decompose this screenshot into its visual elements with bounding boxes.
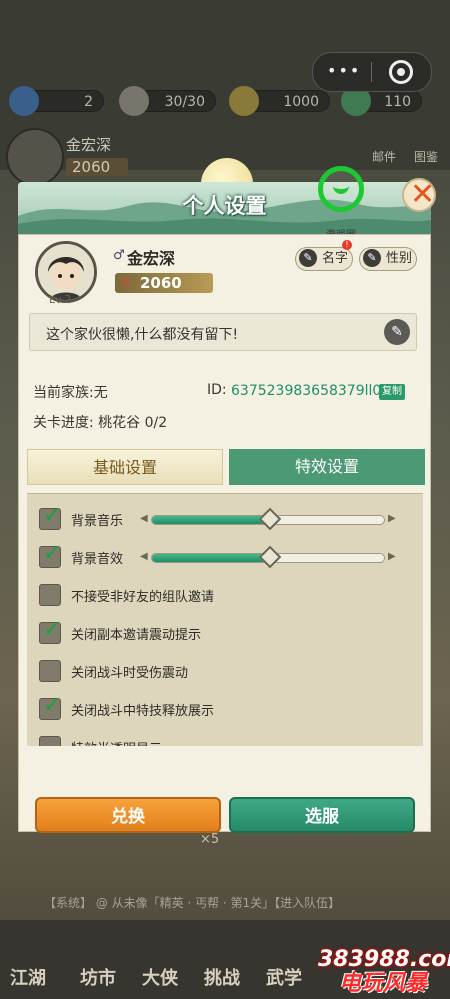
checkbox-team-invite[interactable] <box>39 584 61 606</box>
gender-button[interactable]: ✎ 性别 <box>359 247 417 271</box>
checkbox-bgm[interactable]: ✓ <box>39 503 61 530</box>
power-badge: ⚔ 2060 <box>115 273 213 293</box>
resource-value: 110 <box>384 94 411 110</box>
resource-value: 1000 <box>283 94 319 110</box>
dialog-body: Lv.2 ♂ 金宏深 ⚔ 2060 ✎ 名字 ! ✎ 性别 这个家伙很懒,什么都… <box>18 234 431 833</box>
resource-jade[interactable]: 2 <box>9 86 104 116</box>
nav-market: 坊市 <box>80 968 116 989</box>
option-label: 特效半透明显示 <box>71 738 162 746</box>
check-icon: ✓ <box>43 503 62 528</box>
option-label: 关闭战斗中特技释放展示 <box>71 704 215 719</box>
system-chat: 【系统】 @ 从未像「精英 · 丐帮 · 第1关」【进入队伍】 <box>44 896 341 910</box>
option-label: 关闭副本邀请震动提示 <box>71 628 202 643</box>
option-effect-translucent: 特效半透明显示 <box>39 736 419 746</box>
pen-icon: ✎ <box>363 249 381 267</box>
sfx-slider-fill <box>152 554 268 562</box>
id-label: ID: <box>207 382 227 398</box>
check-icon: ✓ <box>43 617 62 642</box>
option-sfx: ✓ 背景音效 ◀ ▶ <box>39 541 419 570</box>
tab-basic-settings[interactable]: 基础设置 <box>27 449 223 485</box>
watermark-text: 电玩风暴 <box>338 971 427 996</box>
character-portrait-icon <box>38 244 94 300</box>
select-server-button[interactable]: 选服 <box>229 797 415 833</box>
more-icon[interactable]: ••• <box>327 61 361 80</box>
signature-box: 这个家伙很懒,什么都没有留下! ✎ <box>29 313 417 351</box>
rename-label: 名字 <box>322 251 349 266</box>
sfx-slider[interactable]: ◀ ▶ <box>140 545 396 569</box>
slider-right-arrow: ▶ <box>388 551 396 562</box>
checkbox-sfx[interactable]: ✓ <box>39 541 61 568</box>
signature-text: 这个家伙很懒,什么都没有留下! <box>46 327 239 343</box>
bgm-slider-knob[interactable] <box>258 507 282 531</box>
resource-coin[interactable]: 1000 <box>229 86 330 116</box>
family-label: 当前家族:无 <box>33 385 108 401</box>
dialog-title: 个人设置 <box>182 194 267 218</box>
reward-count: ×5 <box>200 832 220 847</box>
tab-effect-settings[interactable]: 特效设置 <box>229 449 425 485</box>
player-name: 金宏深 <box>127 249 176 268</box>
option-label: 背景音效 <box>71 552 124 567</box>
personal-settings-dialog: 个人设置 游戏圈 ✕ Lv.2 ♂ 金宏深 ⚔ 2060 ✎ 名字 <box>18 158 436 833</box>
check-icon: ✓ <box>43 693 62 718</box>
checkbox-effect-translucent[interactable] <box>39 736 61 746</box>
exit-icon[interactable] <box>389 60 413 84</box>
gender-label: 性别 <box>386 251 413 266</box>
settings-panel[interactable]: ✓ 背景音乐 ◀ ▶ ✓ 背景音效 ◀ ▶ 不接受非好友的组队邀请 ✓ 关闭副本… <box>27 493 423 746</box>
resource-value: 30/30 <box>164 94 205 110</box>
nav-jianghu: 江湖 <box>10 968 46 989</box>
checkbox-dungeon-vibrate[interactable]: ✓ <box>39 617 61 644</box>
nav-martial: 武学 <box>266 968 302 989</box>
mini-program-capsule: ••• <box>312 52 432 92</box>
coin-icon <box>229 86 259 116</box>
power-value: 2060 <box>140 274 182 292</box>
option-label: 背景音乐 <box>71 514 124 529</box>
nav-challenge: 挑战 <box>204 968 240 989</box>
id-value: 637523983658379ll04 <box>231 383 391 399</box>
nav-hero: 大侠 <box>142 968 178 989</box>
pen-icon: ✎ <box>299 249 317 267</box>
watermark-logo: 383988.com 电玩风暴 <box>318 947 450 996</box>
checkbox-skill-display[interactable]: ✓ <box>39 693 61 720</box>
check-icon: ✓ <box>43 541 62 566</box>
checkbox-hurt-vibrate[interactable] <box>39 660 61 682</box>
slider-left-arrow: ◀ <box>140 513 148 524</box>
bgm-slider-fill <box>152 516 268 524</box>
watermark-number: 383988.com <box>318 947 450 972</box>
male-icon: ♂ <box>113 248 125 263</box>
resource-value: 2 <box>84 94 93 110</box>
option-hurt-vibrate: 关闭战斗时受伤震动 <box>39 660 419 684</box>
edit-signature-button[interactable]: ✎ <box>384 319 410 345</box>
close-button[interactable]: ✕ <box>402 177 436 212</box>
rename-button[interactable]: ✎ 名字 <box>295 247 353 271</box>
game-circle-button[interactable] <box>318 166 364 212</box>
option-team-invite: 不接受非好友的组队邀请 <box>39 584 419 608</box>
level-label: Lv.2 <box>49 293 72 306</box>
resource-stamina[interactable]: 30/30 <box>119 86 216 116</box>
option-label: 不接受非好友的组队邀请 <box>71 590 215 605</box>
close-icon: ✕ <box>410 177 436 212</box>
exchange-button[interactable]: 兑换 <box>35 797 221 833</box>
game-circle-icon <box>333 182 349 194</box>
jade-icon <box>9 86 39 116</box>
capsule-divider <box>371 62 372 82</box>
option-bgm: ✓ 背景音乐 ◀ ▶ <box>39 503 419 532</box>
resource-gem[interactable]: 110 <box>341 86 422 116</box>
option-label: 关闭战斗时受伤震动 <box>71 666 189 681</box>
slider-right-arrow: ▶ <box>388 513 396 524</box>
option-skill-display: ✓ 关闭战斗中特技释放展示 <box>39 693 419 722</box>
sfx-slider-knob[interactable] <box>258 545 282 569</box>
player-name-bg: 金宏深 <box>66 136 112 154</box>
stage-progress: 关卡进度: 桃花谷 0/2 <box>33 415 168 431</box>
stamina-icon <box>119 86 149 116</box>
bgm-slider[interactable]: ◀ ▶ <box>140 507 396 531</box>
slider-left-arrow: ◀ <box>140 551 148 562</box>
copy-button[interactable]: 复制 <box>379 384 405 400</box>
notification-dot: ! <box>342 240 352 250</box>
crossed-swords-icon: ⚔ <box>119 274 132 290</box>
option-dungeon-vibrate: ✓ 关闭副本邀请震动提示 <box>39 617 419 646</box>
